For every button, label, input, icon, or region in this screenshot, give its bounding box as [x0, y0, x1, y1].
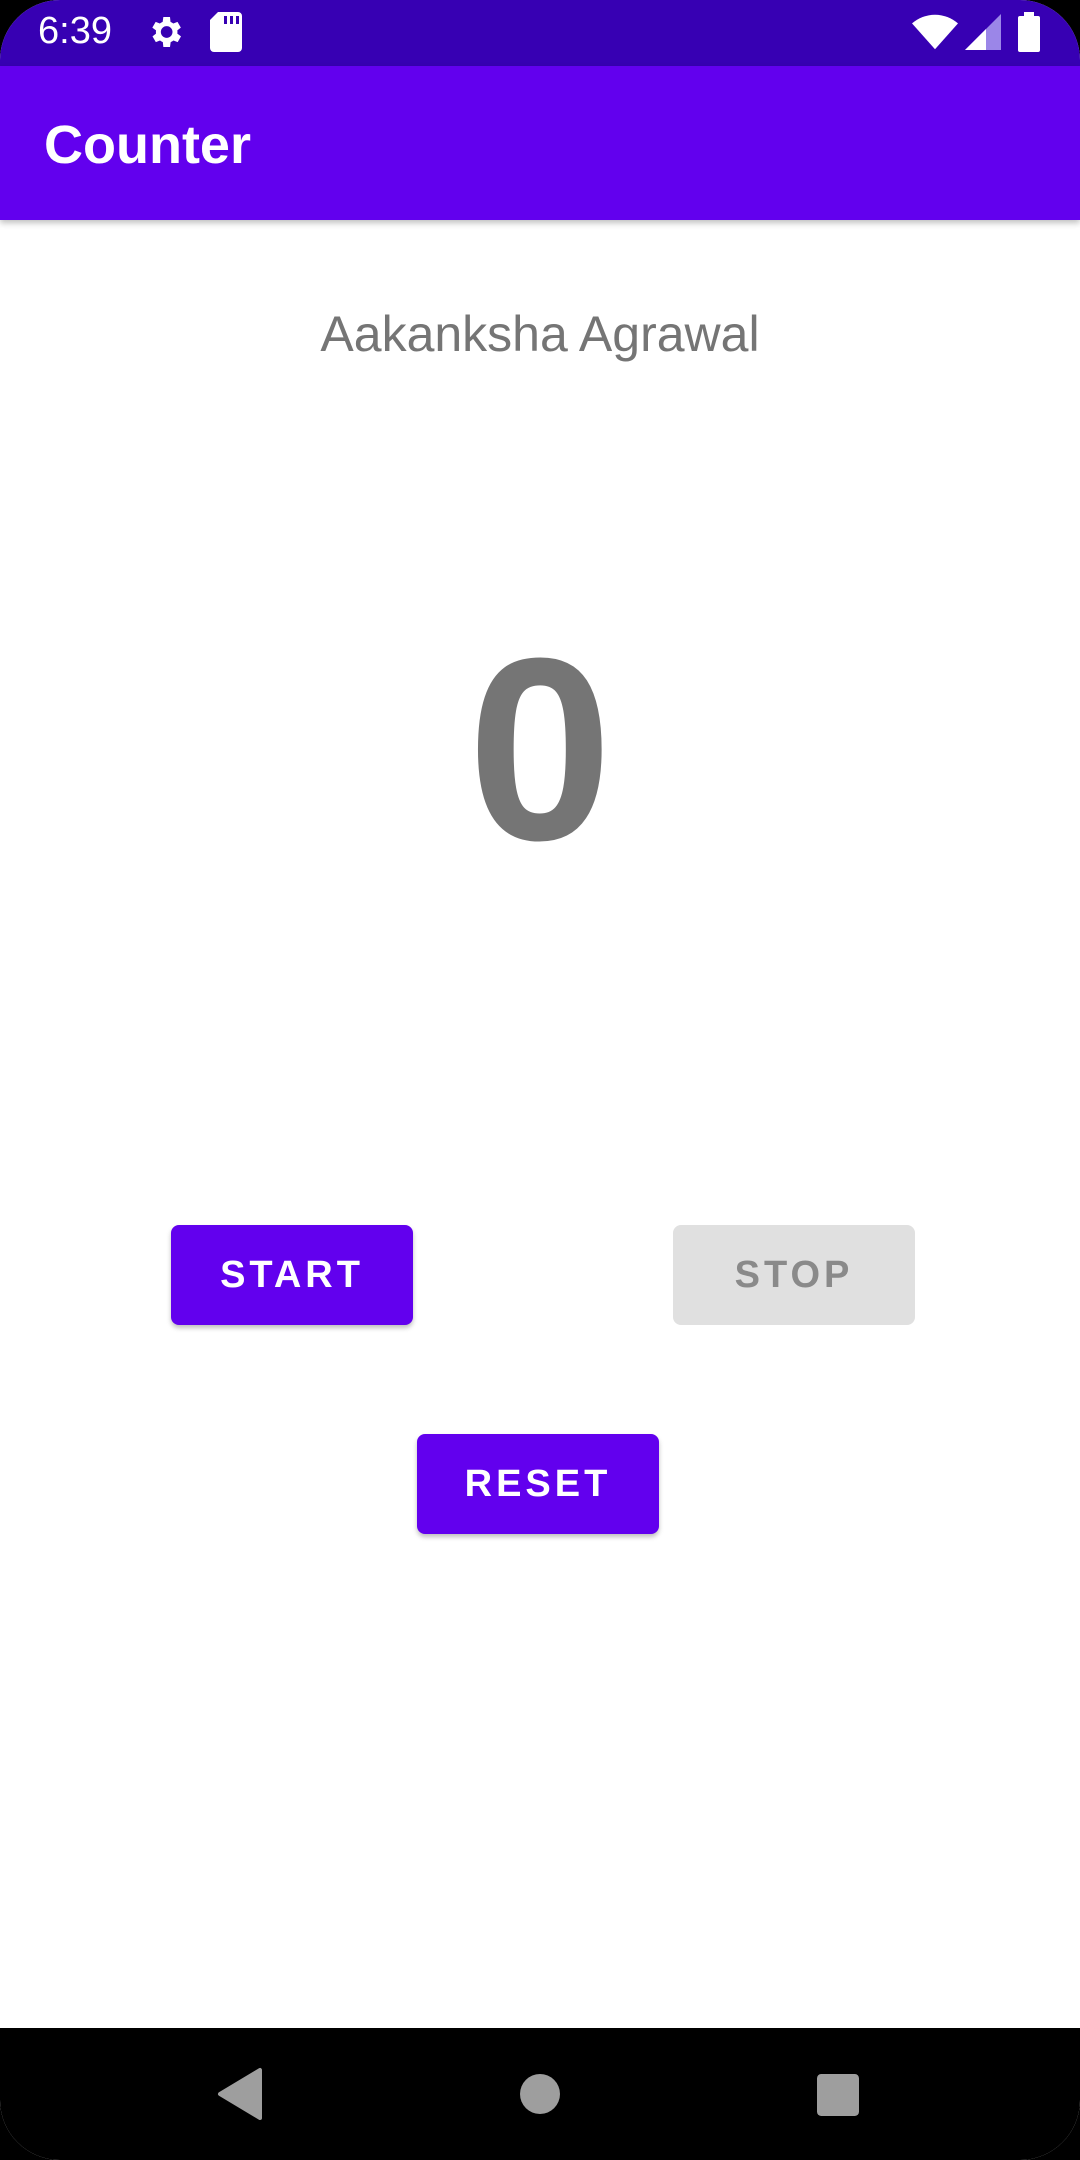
back-icon[interactable]	[216, 2066, 264, 2127]
battery-icon	[1018, 12, 1040, 57]
status-bar: 6:39	[0, 0, 1080, 66]
stop-button[interactable]: STOP	[673, 1225, 915, 1325]
counter-value: 0	[467, 605, 613, 895]
cell-signal-icon	[965, 14, 1001, 55]
app-bar: Counter	[0, 66, 1080, 220]
gear-icon	[145, 12, 185, 57]
navigation-bar	[0, 2028, 1080, 2160]
recents-icon[interactable]	[817, 2074, 859, 2121]
home-icon[interactable]	[520, 2074, 560, 2119]
wifi-icon	[912, 14, 958, 55]
start-button[interactable]: START	[171, 1225, 413, 1325]
reset-button[interactable]: RESET	[417, 1434, 659, 1534]
phone-screen: 6:39 Counter Aakanksha Agrawal 0 START S…	[0, 0, 1080, 2160]
sd-card-icon	[210, 12, 242, 57]
status-time: 6:39	[38, 10, 112, 52]
app-title: Counter	[44, 115, 251, 175]
name-label: Aakanksha Agrawal	[320, 306, 760, 362]
